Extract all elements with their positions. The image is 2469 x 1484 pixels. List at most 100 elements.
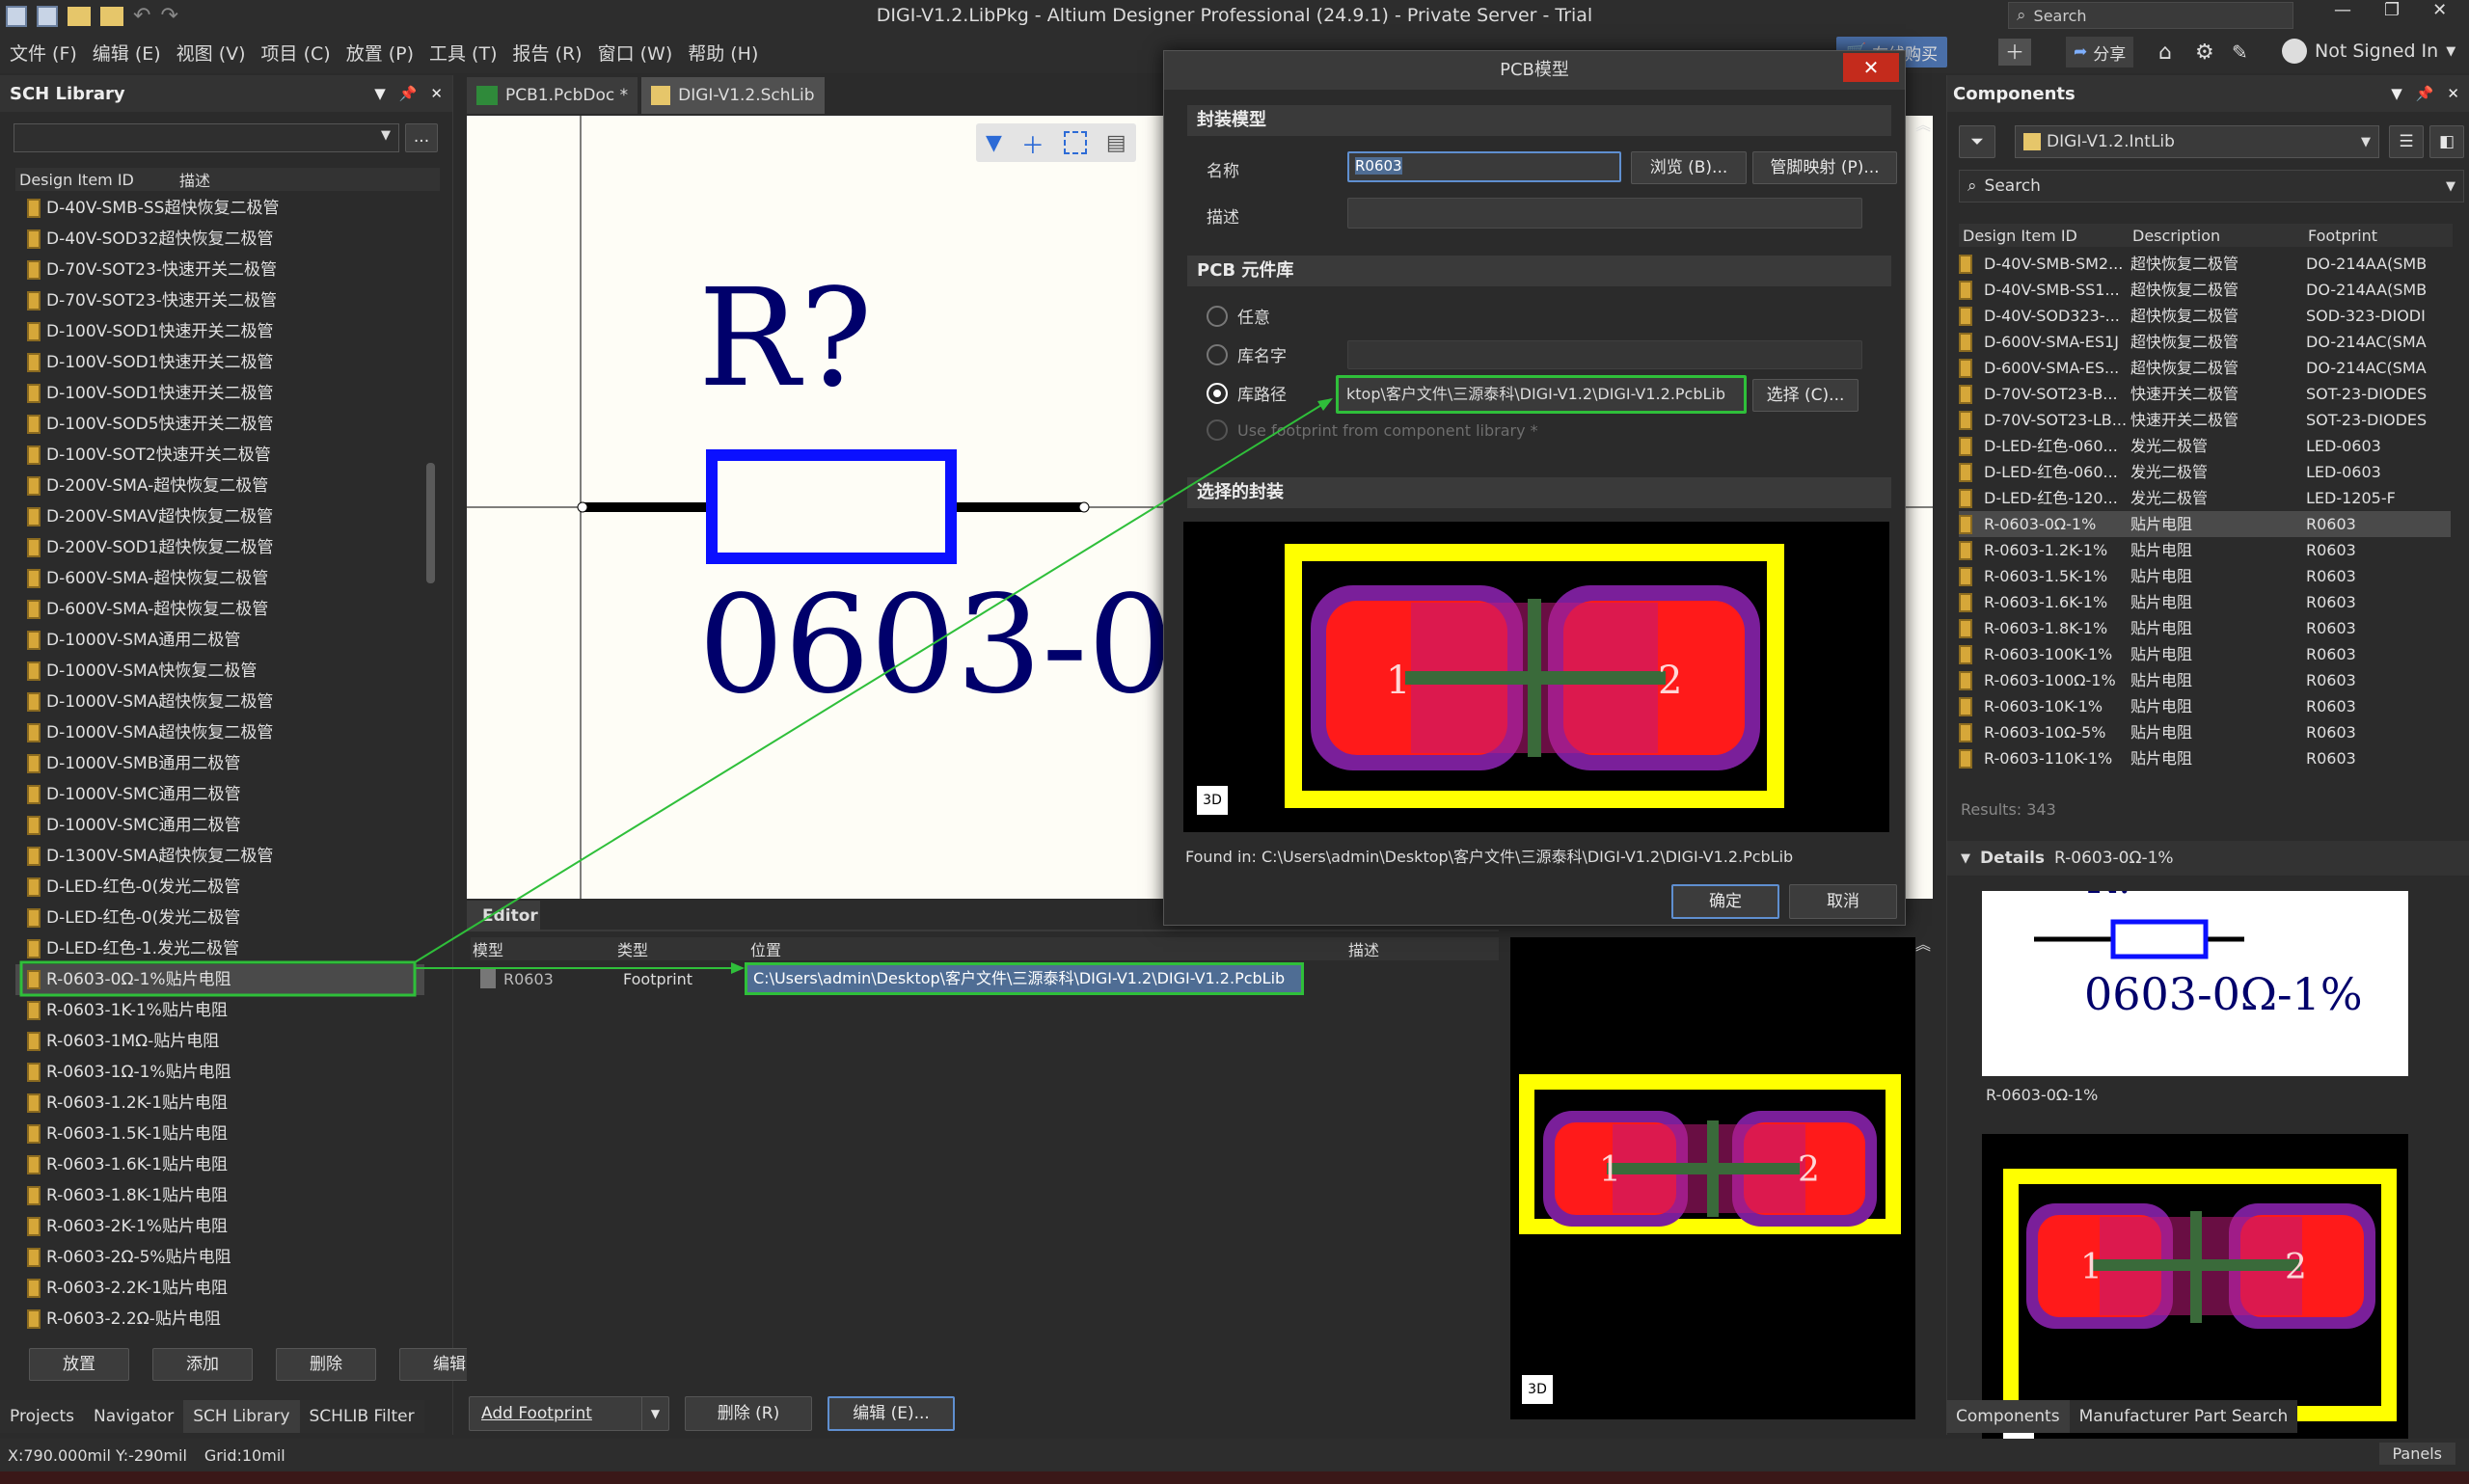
- library-list-item[interactable]: R-0603-2K-1%贴片电阻: [15, 1211, 430, 1242]
- component-search-input[interactable]: ⌕ Search ▼: [1959, 170, 2464, 202]
- library-list-item[interactable]: D-600V-SMA-超快恢复二极管: [15, 563, 430, 594]
- add-footprint-button[interactable]: Add Footprint ▼: [469, 1396, 669, 1431]
- col-design-item-id[interactable]: Design Item ID: [1959, 227, 2132, 245]
- library-list-item[interactable]: D-70V-SOT23-快速开关二极管: [15, 285, 430, 316]
- left-tab-1[interactable]: Navigator: [84, 1400, 183, 1433]
- library-list-item[interactable]: R-0603-1.6K-1贴片电阻: [15, 1149, 430, 1180]
- library-list-item[interactable]: R-0603-1.2K-1贴片电阻: [15, 1088, 430, 1119]
- editor-tab[interactable]: Editor: [467, 901, 540, 931]
- library-list-item[interactable]: D-1000V-SMC通用二极管: [15, 779, 430, 810]
- menu-item-6[interactable]: 报告 (R): [505, 35, 590, 73]
- tab-pcb-doc[interactable]: PCB1.PcbDoc *: [467, 77, 638, 114]
- delete-model-button[interactable]: 删除 (R): [685, 1396, 812, 1431]
- col-location[interactable]: 位置: [750, 937, 1348, 960]
- library-list-item[interactable]: D-200V-SOD1超快恢复二极管: [15, 532, 430, 563]
- selected-footprint-preview[interactable]: 1 2 3D: [1183, 522, 1889, 832]
- ok-button[interactable]: 确定: [1671, 884, 1779, 919]
- open-project-icon[interactable]: [100, 6, 123, 26]
- option-use-footprint[interactable]: Use footprint from component library *: [1207, 419, 1538, 441]
- menu-item-2[interactable]: 视图 (V): [169, 35, 254, 73]
- collapse-icon[interactable]: ︽: [1915, 931, 1931, 955]
- library-list-item[interactable]: D-LED-红色-0(发光二极管: [15, 903, 430, 933]
- place-icon[interactable]: ＋: [1021, 126, 1045, 160]
- component-row[interactable]: R-0603-100Ω-1% 贴片电阻 R0603: [1959, 667, 2451, 693]
- menu-item-1[interactable]: 编辑 (E): [85, 35, 169, 73]
- share-button[interactable]: ➦ 分享: [2066, 37, 2134, 67]
- component-row[interactable]: R-0603-1.5K-1% 贴片电阻 R0603: [1959, 563, 2451, 589]
- left-tab-3[interactable]: SCHLIB Filter: [300, 1400, 424, 1433]
- library-list-item[interactable]: D-LED-红色-0(发光二极管: [15, 872, 430, 903]
- details-header[interactable]: ▼ Details R-0603-0Ω-1%: [1947, 841, 2469, 876]
- 3d-toggle[interactable]: 3D: [1197, 786, 1228, 815]
- 3d-toggle[interactable]: 3D: [1522, 1375, 1553, 1404]
- component-row[interactable]: R-0603-0Ω-1% 贴片电阻 R0603: [1959, 511, 2451, 537]
- redo-icon[interactable]: ↷: [160, 4, 177, 28]
- col-model[interactable]: 模型: [471, 937, 617, 960]
- library-list-item[interactable]: D-1000V-SMA通用二极管: [15, 625, 430, 656]
- library-button-0[interactable]: 放置: [29, 1348, 129, 1381]
- menu-item-7[interactable]: 窗口 (W): [590, 35, 681, 73]
- component-row[interactable]: D-LED-红色-120... 发光二极管 LED-1205-F: [1959, 485, 2451, 511]
- save-icon[interactable]: [6, 5, 27, 27]
- library-list-item[interactable]: R-0603-1MΩ-贴片电阻: [15, 1026, 430, 1057]
- menu-item-0[interactable]: 文件 (F): [2, 35, 85, 73]
- filter-icon[interactable]: ▼: [986, 131, 1002, 155]
- menu-item-4[interactable]: 放置 (P): [339, 35, 421, 73]
- global-search[interactable]: ⌕ Search: [2008, 2, 2293, 29]
- library-list-item[interactable]: D-40V-SOD32超快恢复二极管: [15, 224, 430, 255]
- radio-use-footprint[interactable]: [1207, 419, 1228, 441]
- right-tab-1[interactable]: Manufacturer Part Search: [2070, 1400, 2298, 1433]
- component-row[interactable]: R-0603-110K-1% 贴片电阻 R0603: [1959, 745, 2451, 771]
- save-all-icon[interactable]: [37, 5, 58, 27]
- editor-footprint-preview[interactable]: 1 2 3D: [1510, 937, 1915, 1419]
- library-browse-button[interactable]: ...: [405, 123, 438, 152]
- panel-menu-icon[interactable]: ▼: [2391, 85, 2402, 102]
- component-row[interactable]: D-LED-红色-060... 发光二极管 LED-0603: [1959, 433, 2451, 459]
- menu-item-3[interactable]: 项目 (C): [254, 35, 339, 73]
- open-icon[interactable]: [68, 6, 91, 26]
- library-path-input[interactable]: ktop\客户文件\三源泰科\DIGI-V1.2\DIGI-V1.2.PcbLi…: [1336, 375, 1747, 414]
- radio-library-path[interactable]: [1207, 382, 1228, 404]
- component-row[interactable]: D-70V-SOT23-LB... 快速开关二极管 SOT-23-DIODES: [1959, 407, 2451, 433]
- add-note-icon[interactable]: ＋: [1998, 39, 2031, 66]
- library-list-item[interactable]: D-600V-SMA-超快恢复二极管: [15, 594, 430, 625]
- library-list-item[interactable]: D-1300V-SMA超快恢复二极管: [15, 841, 430, 872]
- library-list-item[interactable]: R-0603-1.8K-1贴片电阻: [15, 1180, 430, 1211]
- col-type[interactable]: 类型: [617, 937, 750, 960]
- gear-icon[interactable]: ⚙: [2195, 40, 2214, 65]
- library-list-item[interactable]: D-LED-红色-1.发光二极管: [15, 933, 430, 964]
- close-icon[interactable]: ✕: [2447, 85, 2459, 102]
- pin-icon[interactable]: 📌: [2416, 85, 2434, 102]
- component-row[interactable]: R-0603-1.2K-1% 贴片电阻 R0603: [1959, 537, 2451, 563]
- component-row[interactable]: D-40V-SMB-SM2... 超快恢复二极管 DO-214AA(SMB: [1959, 251, 2451, 277]
- library-list-item[interactable]: D-100V-SOD1快速开关二极管: [15, 316, 430, 347]
- select-icon[interactable]: [1063, 131, 1087, 154]
- component-row[interactable]: D-600V-SMA-ES1J 超快恢复二极管 DO-214AC(SMA: [1959, 329, 2451, 355]
- option-library-path[interactable]: 库路径: [1207, 381, 1287, 405]
- menu-item-8[interactable]: 帮助 (H): [680, 35, 766, 73]
- collapse-icon[interactable]: ︽: [1915, 112, 1931, 135]
- align-icon[interactable]: ▤: [1106, 131, 1126, 155]
- component-row[interactable]: D-600V-SMA-ES... 超快恢复二极管 DO-214AC(SMA: [1959, 355, 2451, 381]
- tab-schlib[interactable]: DIGI-V1.2.SchLib: [641, 77, 825, 114]
- library-button-2[interactable]: 删除: [276, 1348, 376, 1381]
- component-row[interactable]: D-40V-SMB-SS1... 超快恢复二极管 DO-214AA(SMB: [1959, 277, 2451, 303]
- choose-library-button[interactable]: 选择 (C)...: [1752, 379, 1859, 412]
- home-icon[interactable]: ⌂: [2158, 40, 2172, 65]
- library-list-item[interactable]: R-0603-1K-1%贴片电阻: [15, 995, 430, 1026]
- browse-button[interactable]: 浏览 (B)...: [1631, 151, 1747, 184]
- component-row[interactable]: D-40V-SOD323-... 超快恢复二极管 SOD-323-DIODI: [1959, 303, 2451, 329]
- component-row[interactable]: R-0603-10K-1% 贴片电阻 R0603: [1959, 693, 2451, 719]
- library-list-item[interactable]: D-100V-SOD1快速开关二极管: [15, 347, 430, 378]
- library-list-item[interactable]: D-200V-SMA-超快恢复二极管: [15, 471, 430, 501]
- radio-any[interactable]: [1207, 305, 1228, 327]
- cancel-button[interactable]: 取消: [1789, 884, 1897, 919]
- library-name-input[interactable]: [1347, 340, 1862, 369]
- library-list-item[interactable]: D-200V-SMAV超快恢复二极管: [15, 501, 430, 532]
- library-list-item[interactable]: R-0603-2Ω-5%贴片电阻: [15, 1242, 430, 1273]
- radio-library-name[interactable]: [1207, 343, 1228, 365]
- pin-icon[interactable]: 📌: [399, 85, 418, 102]
- col-footprint[interactable]: Footprint: [2308, 227, 2377, 245]
- close-window-button[interactable]: ✕: [2432, 0, 2447, 20]
- library-scrollbar[interactable]: [424, 193, 438, 1408]
